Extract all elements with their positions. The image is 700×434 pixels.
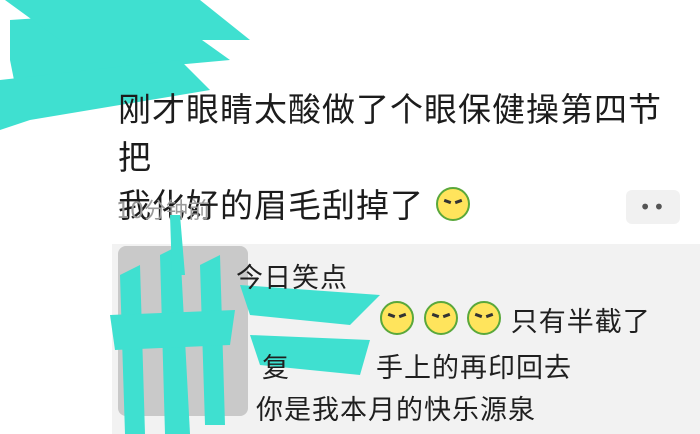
crying-emoji-icon — [380, 301, 414, 335]
comment-line-1: 今日笑点 — [236, 263, 348, 294]
more-dots-icon: •• — [639, 195, 667, 219]
comment-line-4: 你是我本月的快乐源泉 — [256, 395, 536, 426]
comment-line-3-prefix: 复 — [262, 353, 290, 384]
crying-emoji-icon — [435, 187, 470, 221]
comment-line-3-suffix: 手上的再印回去 — [376, 353, 572, 384]
comment-line-2-text: 只有半截了 — [510, 307, 651, 338]
crying-emoji-icon — [423, 301, 458, 335]
more-options-button[interactable]: •• — [626, 190, 680, 224]
post-text-line-1: 刚才眼睛太酸做了个眼保健操第四节把 — [118, 90, 662, 177]
crying-emoji-icon — [467, 301, 502, 335]
post-card: 刚才眼睛太酸做了个眼保健操第四节把 我化好的眉毛刮掉了 10分钟前 •• 今日笑… — [0, 0, 700, 434]
comment-line-2: 只有半截了 — [380, 300, 651, 339]
